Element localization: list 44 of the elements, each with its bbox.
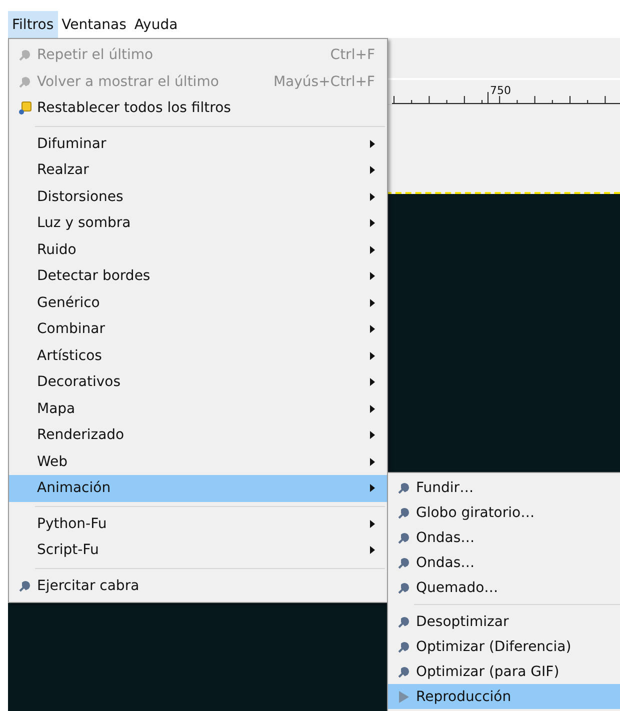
menu-bar-item[interactable]: Ayuda xyxy=(130,11,182,38)
menu-item[interactable]: Luz y sombra xyxy=(9,210,387,236)
menu-item[interactable]: Reproducción xyxy=(388,684,620,709)
menu-item[interactable]: Ondas… xyxy=(388,525,620,550)
menu-item[interactable]: Ejercitar cabra xyxy=(9,572,387,599)
plugin-icon xyxy=(18,578,32,593)
menu-item[interactable]: Mapa xyxy=(9,396,387,422)
menu-item[interactable]: Fundir… xyxy=(388,475,620,500)
play-icon xyxy=(398,690,410,702)
plugin-icon xyxy=(397,530,411,544)
plugin-icon xyxy=(397,506,411,520)
menu-item[interactable]: Genérico xyxy=(9,290,387,316)
plugin-icon xyxy=(397,580,411,594)
plugin-icon xyxy=(397,640,411,654)
menu-item[interactable]: Combinar xyxy=(9,316,387,342)
menu-item[interactable]: Quemado… xyxy=(388,575,620,600)
menu-item[interactable]: Animación xyxy=(9,475,387,502)
menu-item[interactable]: Artísticos xyxy=(9,342,387,369)
reset-icon xyxy=(18,101,32,116)
plugin-icon xyxy=(397,664,411,678)
menu-item[interactable]: Ruido xyxy=(9,236,387,263)
menu-item[interactable]: Ondas… xyxy=(388,550,620,575)
menu-item[interactable]: Realzar xyxy=(9,157,387,184)
menu-item[interactable]: Optimizar (Diferencia) xyxy=(388,634,620,659)
menu-bar-item[interactable]: Ventanas xyxy=(58,11,130,38)
plugin-icon xyxy=(397,480,411,494)
plugin-icon xyxy=(18,74,32,89)
menu-item[interactable]: Python-Fu xyxy=(9,510,387,537)
ruler-label: 750 xyxy=(490,84,511,97)
menu-item[interactable]: Globo giratorio… xyxy=(388,500,620,525)
menu-item[interactable]: Difuminar xyxy=(9,130,387,157)
menu-item[interactable]: Restablecer todos los filtros xyxy=(9,95,387,122)
menu-bar-item[interactable]: Filtros xyxy=(8,11,58,38)
menu-item[interactable]: Optimizar (para GIF) xyxy=(388,659,620,684)
menu-item[interactable]: Distorsiones xyxy=(9,184,387,210)
menu-item[interactable]: Renderizado xyxy=(9,422,387,448)
menu-item[interactable]: Web xyxy=(9,448,387,475)
plugin-icon xyxy=(18,48,32,62)
plugin-icon xyxy=(397,614,411,628)
menu-item[interactable]: Script-Fu xyxy=(9,537,387,564)
plugin-icon xyxy=(397,556,411,570)
menu-item[interactable]: Decorativos xyxy=(9,369,387,396)
menu-item[interactable]: Detectar bordes xyxy=(9,263,387,290)
menu-item[interactable]: Desoptimizar xyxy=(388,609,620,634)
